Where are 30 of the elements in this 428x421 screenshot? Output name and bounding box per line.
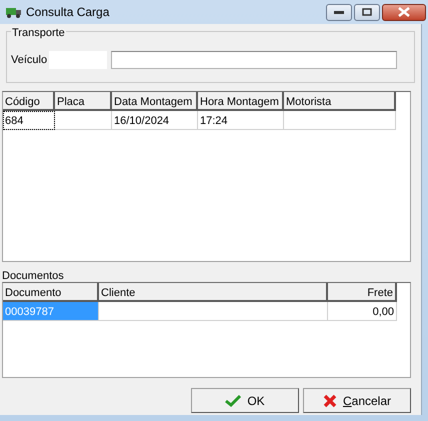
window-title: Consulta Carga [26, 4, 110, 21]
column-header[interactable]: Documento [3, 283, 99, 302]
check-icon [225, 394, 242, 406]
close-icon [398, 7, 410, 17]
column-header[interactable]: Código [3, 92, 55, 111]
field-label: Veículo [11, 52, 48, 68]
group-title: Transporte [11, 25, 66, 42]
section-label: Documentos [2, 269, 65, 281]
column-header[interactable]: Motorista [284, 92, 396, 111]
column-header[interactable]: Hora Montagem [198, 92, 284, 111]
table-cell: 17:24 [198, 111, 284, 130]
truck-icon [6, 5, 22, 19]
ok-button[interactable]: OK [191, 388, 299, 413]
cancel-button[interactable]: Cancelar [303, 388, 411, 413]
column-header[interactable]: Frete [328, 283, 397, 302]
column-header[interactable]: Cliente [99, 283, 328, 302]
vehicle-name-field[interactable] [111, 51, 398, 69]
column-header[interactable]: Data Montagem [112, 92, 198, 111]
close-icon [322, 394, 337, 408]
table-cell: 684 [3, 111, 55, 130]
table-cell: 0,00 [328, 302, 397, 321]
table-cell: 16/10/2024 [112, 111, 198, 130]
table-cell [55, 111, 112, 130]
maximize-icon [362, 8, 372, 16]
maximize-button[interactable] [354, 4, 380, 20]
column-header[interactable]: Placa [55, 92, 112, 111]
minimize-icon [334, 10, 344, 14]
table-cell: 00039787 [3, 302, 99, 321]
minimize-button[interactable] [326, 4, 352, 20]
close-button[interactable] [382, 4, 426, 20]
